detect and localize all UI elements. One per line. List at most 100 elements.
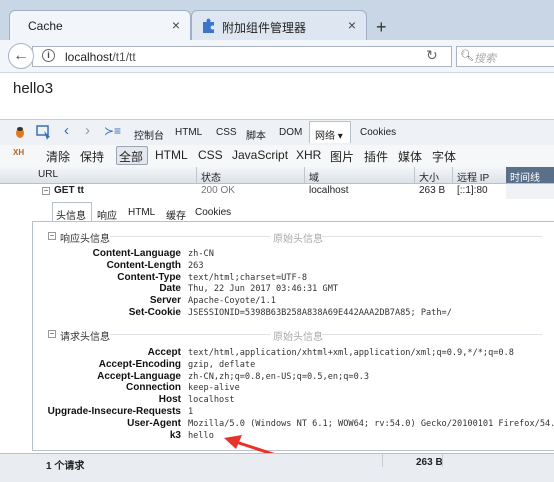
tab-script[interactable]: 脚本	[246, 127, 266, 142]
header-name: Connection	[126, 382, 181, 394]
clear-button[interactable]: 清除	[46, 148, 70, 165]
forward-icon[interactable]: ›	[85, 122, 90, 139]
tab-console[interactable]: 控制台	[134, 127, 164, 142]
new-tab-button[interactable]: +	[376, 17, 387, 38]
subtab-cookies[interactable]: Cookies	[195, 207, 231, 218]
header-value: Mozilla/5.0 (Windows NT 6.1; WOW64; rv:5…	[188, 418, 554, 429]
url-text[interactable]: localhost/t1/tt	[65, 50, 136, 64]
tab-cache[interactable]: Cache ×	[9, 10, 191, 40]
header-name: Server	[149, 295, 181, 307]
subtab-headers[interactable]: 头信息	[56, 207, 86, 222]
header-name: Accept-Language	[97, 370, 181, 382]
close-icon[interactable]: ×	[172, 17, 180, 33]
header-value: 1	[188, 407, 194, 417]
filter-images[interactable]: 图片	[330, 148, 354, 165]
subtab-response[interactable]: 响应	[97, 207, 117, 222]
close-icon[interactable]: ×	[348, 17, 356, 33]
header-value: Apache-Coyote/1.1	[188, 296, 276, 307]
url-host: localhost	[65, 50, 113, 64]
collapse-icon[interactable]: −	[48, 232, 56, 240]
tab-net[interactable]: 网络 ▾	[309, 121, 351, 143]
column-status[interactable]: 状态	[201, 169, 221, 184]
tab-addons-manager[interactable]: 附加组件管理器 ×	[191, 10, 367, 40]
command-line-icon[interactable]: ≻≡	[104, 124, 121, 138]
section-divider	[322, 236, 542, 237]
collapse-icon[interactable]: −	[42, 187, 50, 195]
tab-html[interactable]: HTML	[175, 127, 202, 138]
header-value: text/html;charset=UTF-8	[188, 272, 307, 283]
header-value: text/html,application/xhtml+xml,applicat…	[188, 348, 514, 358]
filter-javascript[interactable]: JavaScript	[232, 148, 288, 162]
subtab-html[interactable]: HTML	[128, 207, 155, 218]
column-url[interactable]: URL	[38, 169, 58, 180]
reload-icon[interactable]: ↻	[426, 47, 438, 64]
request-headers-title[interactable]: 请求头信息	[60, 328, 110, 343]
raw-headers-link[interactable]: 原始头信息	[273, 328, 323, 343]
request-remote-ip: [::1]:80	[457, 185, 488, 196]
filter-fonts[interactable]: 字体	[432, 148, 456, 165]
firebug-toolbar	[0, 119, 554, 146]
header-name: Set-Cookie	[128, 307, 181, 318]
header-value: localhost	[188, 395, 235, 406]
inspect-icon[interactable]	[36, 124, 52, 140]
header-name: Accept	[147, 347, 181, 358]
status-divider	[382, 453, 383, 467]
yslow-icon[interactable]: XH	[13, 148, 24, 157]
column-remote-ip[interactable]: 远程 IP	[457, 169, 489, 184]
collapse-icon[interactable]: −	[48, 330, 56, 338]
header-value: Thu, 22 Jun 2017 03:46:31 GMT	[188, 284, 339, 295]
header-name: Date	[159, 283, 181, 295]
filter-media[interactable]: 媒体	[398, 148, 422, 165]
header-value: hello	[188, 430, 214, 441]
column-divider	[196, 167, 197, 183]
header-value: JSESSIONID=5398B63B258A838A69E442AAA2DB7…	[188, 308, 452, 318]
tab-dom[interactable]: DOM	[279, 127, 302, 138]
firebug-icon[interactable]	[13, 125, 27, 139]
header-name: Content-Language	[92, 248, 181, 259]
header-name: Content-Length	[106, 259, 181, 271]
header-name: User-Agent	[127, 417, 181, 429]
tab-cookies[interactable]: Cookies	[360, 127, 396, 138]
request-size: 263 B	[419, 185, 446, 196]
header-value: zh-CN,zh;q=0.8,en-US;q=0.5,en;q=0.3	[188, 371, 370, 382]
filter-html[interactable]: HTML	[155, 148, 188, 162]
column-size[interactable]: 大小	[419, 169, 439, 184]
header-name: Upgrade-Insecure-Requests	[47, 406, 181, 417]
filter-all[interactable]: 全部	[119, 148, 143, 165]
filter-css[interactable]: CSS	[198, 148, 223, 162]
raw-headers-link[interactable]: 原始头信息	[273, 230, 323, 245]
column-divider	[304, 167, 305, 183]
tab-css[interactable]: CSS	[216, 127, 237, 138]
tab-title: 附加组件管理器	[222, 21, 307, 35]
column-divider	[452, 167, 453, 183]
back-arrow-icon: ←	[13, 47, 29, 64]
request-url[interactable]: GET tt	[54, 185, 84, 196]
filter-xhr[interactable]: XHR	[296, 148, 321, 162]
section-divider	[110, 334, 270, 335]
header-value: keep-alive	[188, 383, 240, 394]
section-divider	[110, 236, 270, 237]
page-body-text: hello3	[13, 80, 54, 97]
header-name: k3	[169, 429, 181, 441]
search-placeholder: 搜索	[474, 53, 496, 65]
total-size: 263 B	[416, 457, 443, 468]
header-value: zh-CN	[188, 249, 214, 259]
column-domain[interactable]: 域	[309, 169, 319, 184]
request-domain: localhost	[309, 185, 349, 196]
filter-plugins[interactable]: 插件	[364, 148, 388, 165]
back-button[interactable]: ←	[8, 43, 34, 69]
url-path: /t1/tt	[112, 50, 136, 64]
info-icon[interactable]: i	[42, 49, 55, 62]
response-headers-title[interactable]: 响应头信息	[60, 230, 110, 245]
timeline-cell	[506, 184, 554, 199]
request-count: 1 个请求	[46, 461, 85, 472]
subtab-cache[interactable]: 缓存	[166, 207, 186, 222]
header-value: 263	[188, 260, 204, 271]
persist-button[interactable]: 保持	[80, 148, 104, 165]
tab-title: Cache	[28, 19, 63, 33]
header-name: Accept-Encoding	[98, 358, 181, 370]
header-name: Host	[158, 394, 181, 406]
column-timeline[interactable]: 时间线	[506, 167, 554, 184]
header-name: Content-Type	[117, 271, 181, 283]
back-icon[interactable]: ‹	[64, 122, 69, 139]
